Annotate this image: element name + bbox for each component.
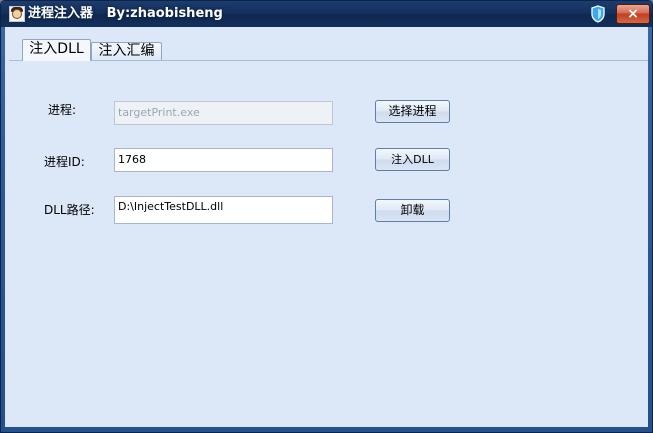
dll-path-field[interactable]: D:\InjectTestDLL.dll — [114, 196, 333, 224]
app-window: 进程注入器 By:zhaobisheng × 注入DLL 注入汇编 进程: ta… — [0, 0, 653, 433]
tab-inject-dll[interactable]: 注入DLL — [22, 39, 91, 61]
window-title: 进程注入器 By:zhaobisheng — [28, 6, 223, 21]
select-process-button[interactable]: 选择进程 — [375, 100, 450, 123]
close-icon: × — [627, 6, 639, 22]
dll-path-label: DLL路径: — [44, 203, 95, 217]
inject-dll-button[interactable]: 注入DLL — [375, 148, 450, 171]
tab-divider — [9, 60, 648, 61]
close-button[interactable]: × — [616, 4, 650, 24]
shield-icon[interactable] — [590, 5, 606, 23]
tab-inject-assembly[interactable]: 注入汇编 — [91, 42, 162, 60]
process-id-label: 进程ID: — [44, 155, 85, 169]
process-label: 进程: — [48, 103, 77, 117]
title-bar[interactable]: 进程注入器 By:zhaobisheng × — [1, 1, 652, 27]
process-name-field: targetPrint.exe — [114, 101, 333, 125]
unload-button[interactable]: 卸载 — [375, 199, 450, 222]
client-area: 注入DLL 注入汇编 进程: targetPrint.exe 选择进程 进程ID… — [5, 27, 648, 427]
app-portrait-icon[interactable] — [9, 6, 25, 22]
process-id-field[interactable]: 1768 — [114, 148, 333, 172]
